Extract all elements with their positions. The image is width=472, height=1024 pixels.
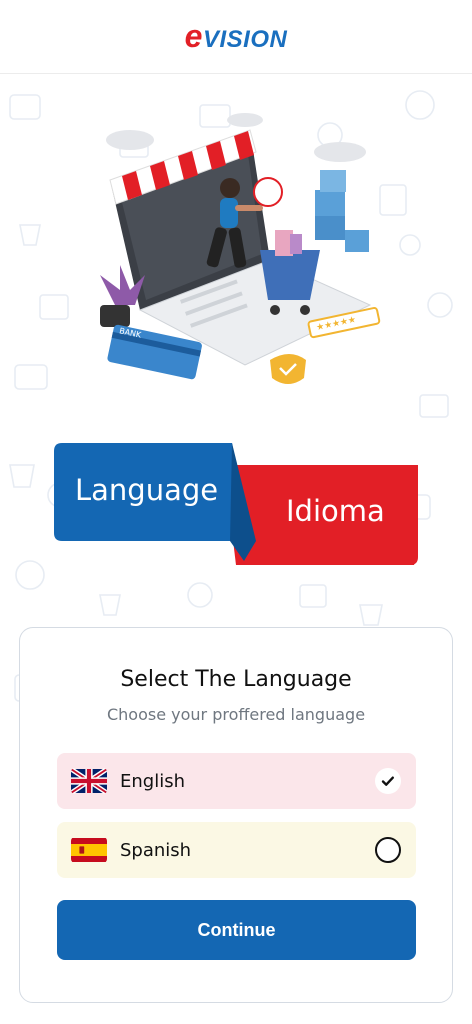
english-radio-checked[interactable] bbox=[375, 768, 401, 794]
card-title: Select The Language bbox=[120, 667, 352, 692]
continue-button[interactable]: Continue bbox=[57, 900, 416, 960]
shield-check-icon bbox=[270, 354, 306, 384]
cloud-icon bbox=[314, 142, 366, 162]
shopping-illustration: BANK ★★★★★ bbox=[100, 113, 381, 384]
language-option-spanish[interactable]: Spanish bbox=[57, 822, 416, 878]
spanish-radio[interactable] bbox=[375, 837, 401, 863]
banner-idioma-text: Idioma bbox=[286, 494, 385, 528]
check-icon bbox=[381, 776, 394, 786]
option-label-spanish: Spanish bbox=[120, 839, 192, 861]
language-option-english[interactable]: English bbox=[57, 753, 416, 809]
uk-flag-icon bbox=[71, 768, 107, 794]
option-label-english: English bbox=[120, 770, 185, 792]
language-select-card: Select The Language Choose your proffere… bbox=[19, 627, 453, 1003]
cloud-icon bbox=[227, 113, 263, 127]
banner-language-text: Language bbox=[75, 473, 219, 507]
evision-logo: e VISION bbox=[184, 18, 288, 54]
spain-flag-icon bbox=[71, 838, 107, 862]
card-subtitle: Choose your proffered language bbox=[106, 705, 366, 724]
app-header: e VISION bbox=[0, 0, 472, 74]
boxes-icon bbox=[315, 170, 369, 252]
cart-badge-icon bbox=[253, 177, 283, 207]
cloud-icon bbox=[106, 130, 154, 150]
